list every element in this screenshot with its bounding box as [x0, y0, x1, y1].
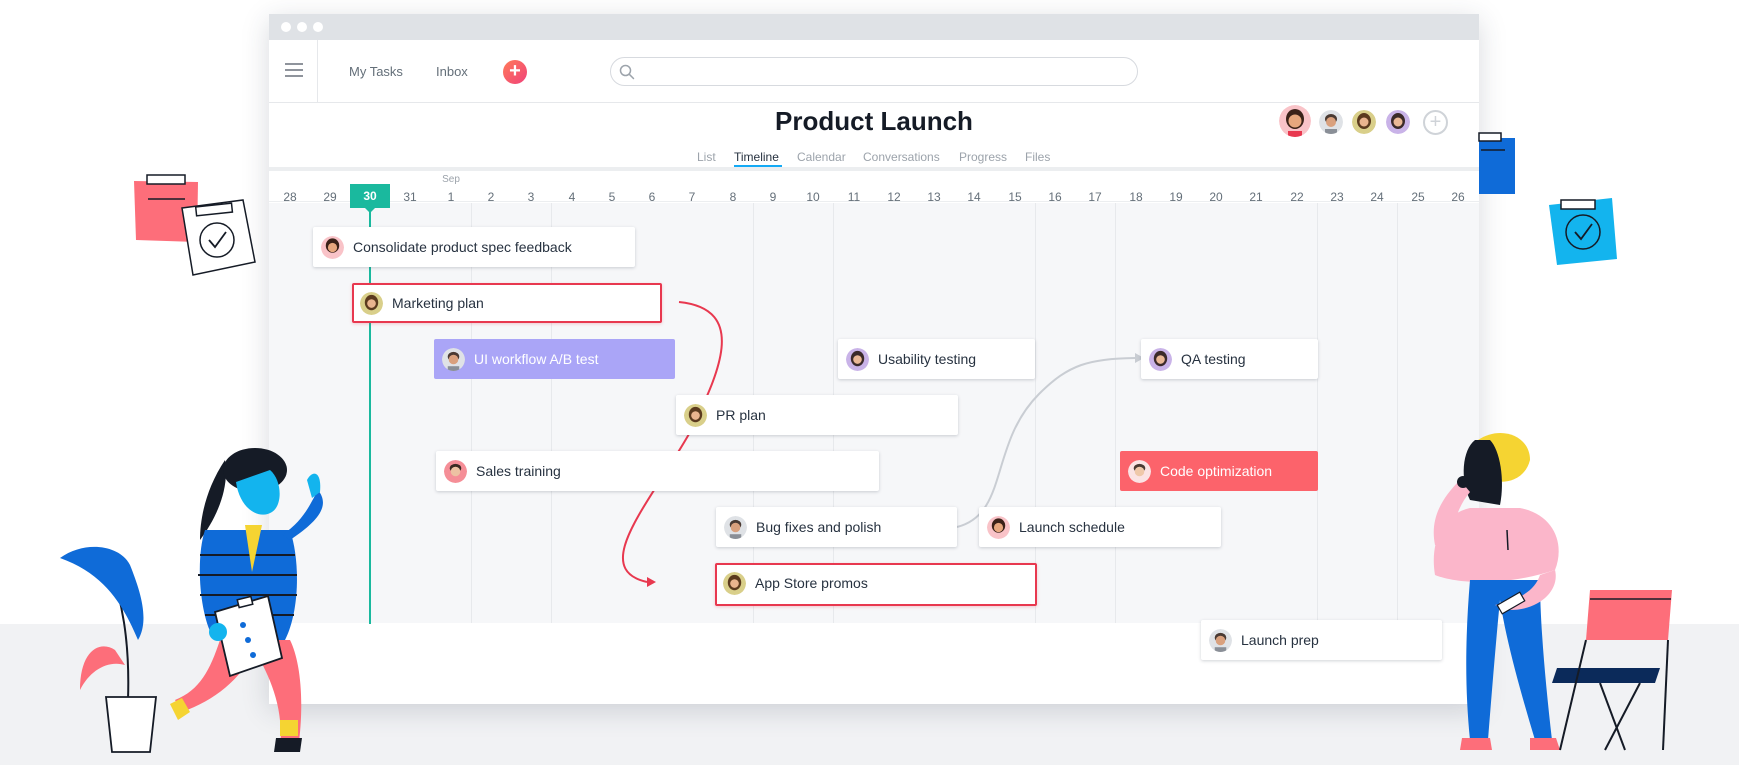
- task-code-optimization[interactable]: Code optimization: [1120, 451, 1318, 491]
- task-name: Marketing plan: [392, 295, 484, 311]
- avatar-man-pink: [444, 460, 467, 483]
- arrow-icon: [647, 577, 656, 587]
- dependency-line-grey: [956, 357, 1136, 528]
- task-name: PR plan: [716, 407, 766, 423]
- task-name: Consolidate product spec feedback: [353, 239, 572, 255]
- task-name: UI workflow A/B test: [474, 351, 599, 367]
- task-name: Bug fixes and polish: [756, 519, 882, 535]
- task-launch-prep[interactable]: Launch prep: [1201, 620, 1442, 660]
- task-usability-testing[interactable]: Usability testing: [838, 339, 1035, 379]
- task-sales-training[interactable]: Sales training: [436, 451, 879, 491]
- avatar-man-grey: [442, 348, 465, 371]
- task-name: Usability testing: [878, 351, 977, 367]
- task-name: QA testing: [1181, 351, 1246, 367]
- sticky-note-pink-icon: [134, 174, 198, 242]
- task-marketing-plan[interactable]: Marketing plan: [352, 283, 662, 323]
- task-name: Launch prep: [1241, 632, 1319, 648]
- avatar-man-grey: [1209, 629, 1232, 652]
- task-launch-schedule[interactable]: Launch schedule: [979, 507, 1221, 547]
- marketing-scene: My Tasks Inbox + Product Launch + List T…: [0, 0, 1739, 765]
- checklist-note-icon: [181, 199, 256, 276]
- task-name: Launch schedule: [1019, 519, 1125, 535]
- task-bug-fixes-polish[interactable]: Bug fixes and polish: [716, 507, 957, 547]
- app-window: My Tasks Inbox + Product Launch + List T…: [269, 14, 1479, 704]
- task-name: App Store promos: [755, 575, 868, 591]
- task-ui-workflow-ab-test[interactable]: UI workflow A/B test: [434, 339, 675, 379]
- task-app-store-promos[interactable]: App Store promos: [715, 563, 1037, 606]
- task-pr-plan[interactable]: PR plan: [676, 395, 958, 435]
- avatar-woman-olive: [360, 292, 383, 315]
- avatar-woman-olive: [684, 404, 707, 427]
- task-name: Code optimization: [1160, 463, 1273, 479]
- sticky-note-blue-icon: [1478, 132, 1515, 194]
- task-qa-testing[interactable]: QA testing: [1141, 339, 1318, 379]
- avatar-woman-pink: [987, 516, 1010, 539]
- avatar-woman-purple: [846, 348, 869, 371]
- checklist-note-cyan-icon: [1549, 198, 1617, 265]
- avatar-man-grey: [724, 516, 747, 539]
- avatar-woman-olive: [723, 572, 746, 595]
- avatar-woman-purple: [1149, 348, 1172, 371]
- task-name: Sales training: [476, 463, 561, 479]
- avatar-man-light: [1128, 460, 1151, 483]
- task-consolidate-spec[interactable]: Consolidate product spec feedback: [313, 227, 635, 267]
- avatar-woman-pink: [321, 236, 344, 259]
